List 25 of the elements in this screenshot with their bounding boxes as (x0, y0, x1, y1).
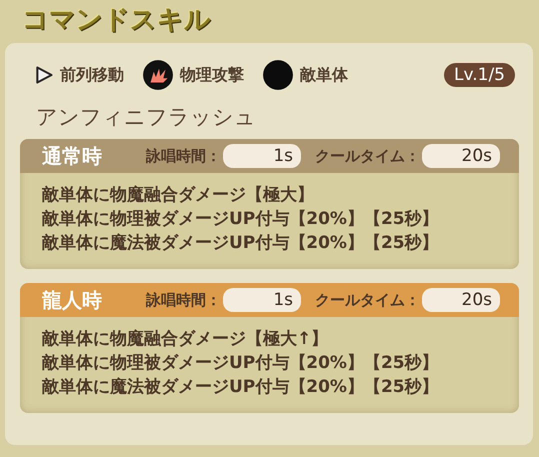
burst-icon (142, 59, 174, 91)
tag-label: 敵単体 (300, 64, 348, 86)
cooldown-label: クールタイム： (315, 290, 420, 310)
effect-text: 敵単体に魔法被ダメージUP付与【20%】【25秒】 (42, 376, 440, 399)
skill-name: アンフィニフラッシュ (36, 104, 257, 131)
cast-label: 詠唱時間： (146, 290, 221, 310)
tag-label: 前列移動 (60, 64, 124, 86)
cooldown-label: クールタイム： (315, 146, 420, 166)
effect-text: 敵単体に物理被ダメージUP付与【20%】【25秒】 (42, 352, 440, 375)
effect-text: 敵単体に物魔融合ダメージ【極大】 (42, 184, 315, 207)
cast-value: 1s (223, 144, 301, 168)
cast-label: 詠唱時間： (146, 146, 221, 166)
circle-icon (262, 59, 294, 91)
cooldown-value: 20s (422, 288, 500, 312)
effect-text: 敵単体に物理被ダメージUP付与【20%】【25秒】 (42, 208, 440, 231)
play-icon (34, 65, 54, 85)
level-badge: Lv.1/5 (444, 63, 515, 87)
panel-title: コマンドスキル (22, 4, 212, 37)
mode-title: 龍人時 (42, 286, 103, 314)
tag-label: 物理攻撃 (180, 64, 244, 86)
effect-text: 敵単体に物魔融合ダメージ【極大↑】 (42, 328, 330, 351)
cast-value: 1s (223, 288, 301, 312)
effect-text: 敵単体に魔法被ダメージUP付与【20%】【25秒】 (42, 232, 440, 255)
cooldown-value: 20s (422, 144, 500, 168)
mode-title: 通常時 (42, 142, 103, 170)
